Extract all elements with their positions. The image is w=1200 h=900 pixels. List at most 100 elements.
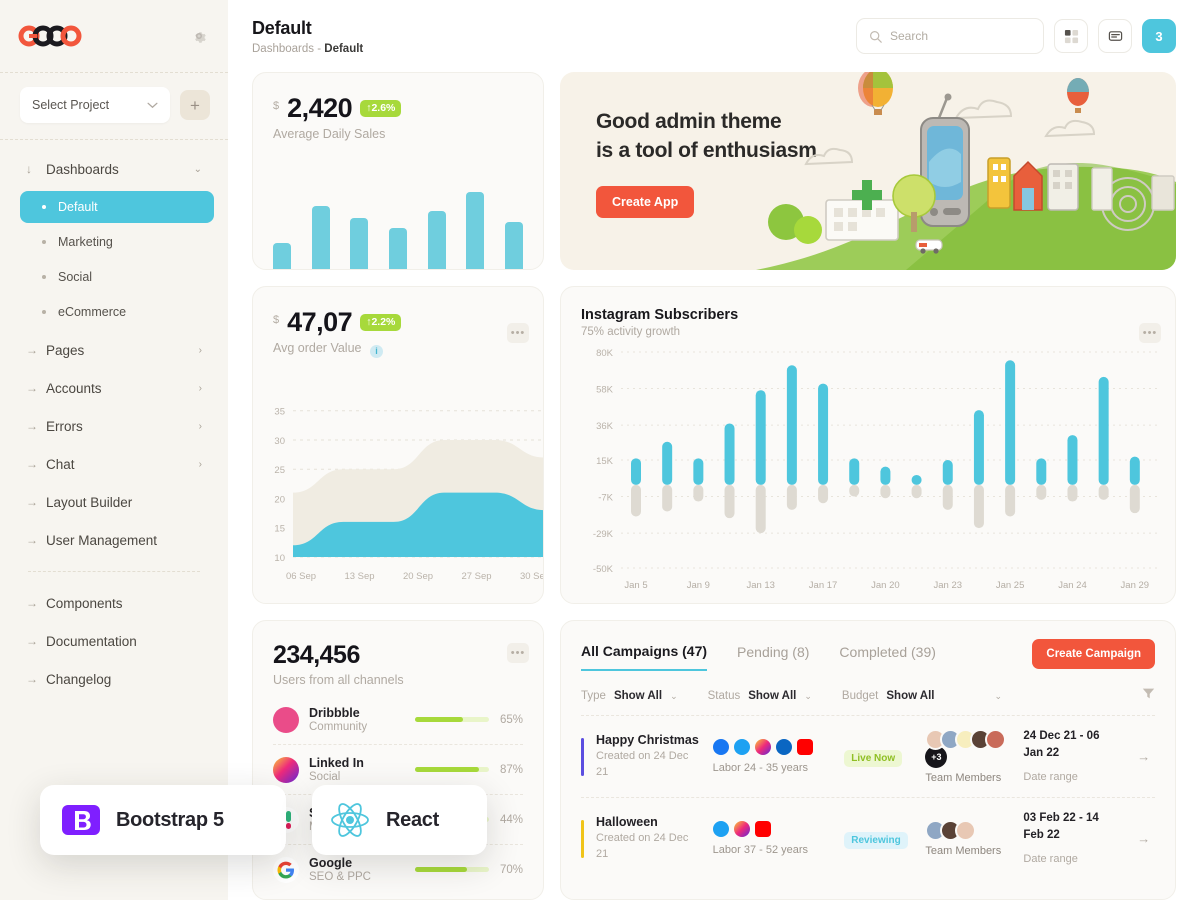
good-logo-icon (18, 25, 82, 47)
row-accent (581, 819, 584, 858)
chevron-right-icon: › (198, 458, 202, 470)
channel-pct: 87% (499, 763, 523, 776)
sidebar-item-marketing[interactable]: Marketing (20, 226, 214, 258)
campaign-labor: Labor 37 - 52 years (712, 844, 809, 856)
avatar (955, 820, 977, 841)
table-row[interactable]: Happy Christmas Created on 24 Dec 21 Lab… (581, 715, 1155, 797)
campaign-tabs: All Campaigns (47) Pending (8) Completed… (581, 639, 1155, 675)
campaign-created: Created on 24 Dec 21 (596, 831, 689, 860)
filter-value-budget[interactable]: Show All (886, 690, 934, 702)
channel-pct: 70% (499, 863, 523, 876)
bar (350, 217, 369, 269)
tab-pending[interactable]: Pending (8) (737, 644, 809, 670)
currency-symbol: $ (273, 314, 280, 326)
search-input[interactable]: Search (856, 18, 1044, 54)
facebook-icon[interactable] (712, 739, 729, 755)
more-icon[interactable]: ••• (507, 643, 529, 663)
list-item[interactable]: Dribbble Community 65% (273, 695, 523, 745)
sidebar-item-changelog[interactable]: → Changelog (14, 660, 214, 698)
sidebar-nav: ↓ Dashboards ⌄ Default Marketing Social (0, 140, 228, 698)
sidebar-item-pages[interactable]: → Pages › (14, 331, 214, 369)
svg-text:Jan 17: Jan 17 (809, 580, 838, 591)
tab-all-campaigns[interactable]: All Campaigns (47) (581, 643, 708, 671)
svg-text:Jan 25: Jan 25 (996, 580, 1025, 591)
sidebar-item-social[interactable]: Social (20, 261, 214, 293)
linkedin-icon (273, 756, 299, 783)
sidebar-item-dashboards[interactable]: ↓ Dashboards ⌄ (14, 150, 214, 188)
youtube-icon[interactable] (796, 739, 813, 755)
youtube-icon[interactable] (754, 821, 771, 837)
sidebar-item-accounts[interactable]: → Accounts › (14, 369, 214, 407)
kpi-value: 2,420 (287, 93, 353, 123)
progress-track (415, 867, 489, 872)
sidebar-item-documentation[interactable]: → Documentation (14, 622, 214, 660)
add-project-button[interactable]: + (180, 90, 210, 120)
linkedin-icon[interactable] (775, 739, 792, 755)
filter-value-status[interactable]: Show All (748, 690, 796, 702)
promo-card-react[interactable]: React (312, 785, 487, 855)
arrow-right-icon: → (26, 457, 38, 471)
more-icon[interactable]: ••• (507, 323, 529, 343)
row-arrow-icon[interactable]: → (1133, 827, 1155, 851)
create-campaign-button[interactable]: Create Campaign (1032, 639, 1155, 669)
grid-view-button[interactable] (1054, 19, 1088, 53)
select-project-dropdown[interactable]: Select Project (20, 87, 170, 123)
tab-completed[interactable]: Completed (39) (839, 644, 936, 670)
team-members-label: Team Members (925, 772, 1002, 784)
chat-button[interactable] (1098, 19, 1132, 53)
avg-order-area-chart: 10 15 20 25 30 35 06 Sep 13 Sep 20 Sep 27 Sep 30 S… (253, 393, 543, 593)
progress-fill (415, 867, 467, 872)
row-accent (581, 737, 584, 776)
filter-value-type[interactable]: Show All (614, 690, 662, 702)
card-instagram-subscribers: Instagram Subscribers 75% activity growt… (560, 286, 1176, 604)
funnel-icon[interactable] (1142, 687, 1155, 705)
info-icon[interactable]: i (369, 344, 383, 358)
svg-text:25: 25 (274, 465, 285, 476)
sidebar-item-chat[interactable]: → Chat › (14, 445, 214, 483)
promo-banner: Good admin theme is a tool of enthusiasm… (560, 72, 1176, 270)
breadcrumb-separator: - (317, 42, 322, 55)
sidebar-item-default[interactable]: Default (20, 191, 214, 223)
sidebar-item-label: Dashboards (46, 161, 119, 177)
sidebar-item-label: Errors (46, 418, 83, 434)
campaign-info: Happy Christmas Created on 24 Dec 21 (596, 733, 701, 781)
svg-text:30: 30 (274, 436, 285, 447)
instagram-icon[interactable] (733, 821, 750, 837)
arrow-right-icon: → (26, 419, 38, 433)
table-row[interactable]: Halloween Created on 24 Dec 21 Labor 37 … (581, 797, 1155, 879)
chevron-down-icon[interactable]: ⌄ (995, 691, 1003, 702)
kpi-change: 2.6% (371, 101, 396, 114)
channel-desc: Community (309, 721, 368, 733)
create-app-button[interactable]: Create App (596, 185, 695, 218)
chevron-right-icon: › (198, 344, 202, 356)
promo-card-bootstrap[interactable]: Bootstrap 5 (40, 785, 286, 855)
bullet-icon (42, 205, 46, 209)
more-icon[interactable]: ••• (1139, 323, 1161, 343)
sidebar-item-components[interactable]: → Components (14, 584, 214, 622)
sidebar-item-label: Pages (46, 342, 85, 358)
gear-icon[interactable] (190, 27, 208, 45)
twitter-icon[interactable] (733, 739, 750, 755)
project-selector-row: Select Project + (0, 73, 228, 139)
notification-badge[interactable]: 3 (1142, 19, 1176, 53)
sidebar-item-layout-builder[interactable]: → Layout Builder (14, 483, 214, 521)
bar (388, 228, 407, 269)
breadcrumb-parent[interactable]: Dashboards (252, 43, 314, 55)
channel-info: Linked In Social (309, 756, 364, 783)
row-arrow-icon[interactable]: → (1133, 745, 1155, 769)
sidebar-item-errors[interactable]: → Errors › (14, 407, 214, 445)
chevron-down-icon[interactable]: ⌄ (670, 691, 678, 702)
sidebar-item-ecommerce[interactable]: eCommerce (20, 296, 214, 328)
campaign-socials: Labor 24 - 35 years (712, 739, 833, 774)
filter-label-status: Status (707, 690, 741, 702)
search-icon (870, 30, 882, 43)
channels-total: 234,456 (273, 641, 360, 669)
sidebar-item-user-management[interactable]: → User Management (14, 521, 214, 559)
app-logo[interactable] (18, 25, 86, 47)
instagram-icon[interactable] (754, 739, 771, 755)
twitter-icon[interactable] (712, 821, 729, 837)
svg-text:20 Sep: 20 Sep (403, 571, 433, 582)
chevron-down-icon[interactable]: ⌄ (804, 691, 812, 702)
avatar-stack (925, 729, 1011, 750)
svg-text:Jan 20: Jan 20 (871, 580, 900, 591)
